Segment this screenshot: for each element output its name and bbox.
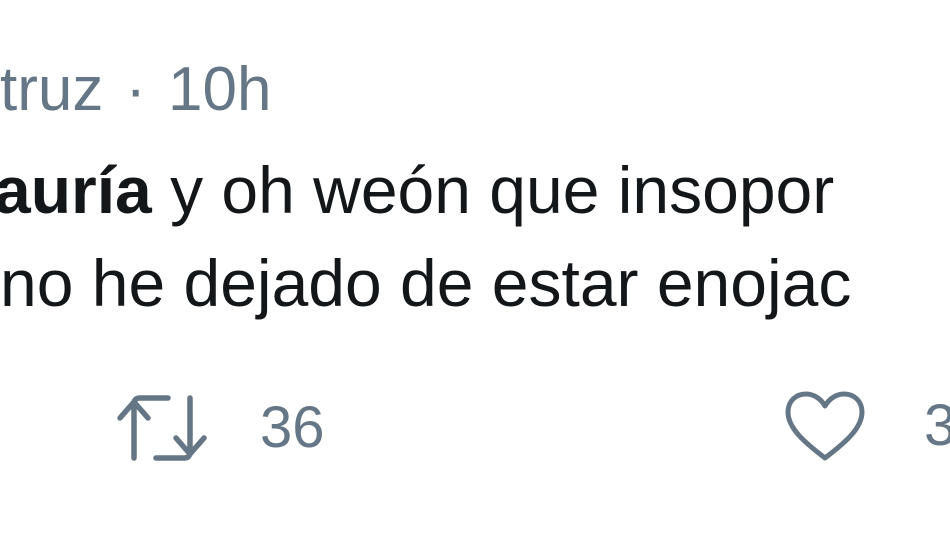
author-name[interactable]: truz bbox=[0, 55, 103, 124]
retweet-icon[interactable] bbox=[114, 390, 210, 466]
tweet-card[interactable]: truz · 10h auría y oh weón que insopor no … bbox=[0, 0, 950, 534]
tweet-text-line-2: no he dejado de estar enojac bbox=[0, 243, 851, 323]
retweet-count: 36 bbox=[260, 395, 325, 460]
tweet-text: y oh weón que insopor bbox=[151, 153, 835, 227]
retweet-button[interactable]: 36 bbox=[114, 390, 325, 466]
mention-link[interactable]: auría bbox=[0, 153, 152, 227]
tweet-header: truz · 10h bbox=[0, 54, 271, 126]
tweet-text-line-1: auría y oh weón que insopor bbox=[0, 150, 834, 230]
tweet-timestamp[interactable]: 10h bbox=[168, 55, 271, 124]
tweet-text: no he dejado de estar enojac bbox=[0, 246, 852, 320]
header-separator: · bbox=[125, 55, 147, 124]
heart-icon[interactable] bbox=[784, 390, 866, 462]
like-button[interactable]: 3 bbox=[784, 390, 950, 462]
like-count: 3 bbox=[924, 393, 950, 458]
